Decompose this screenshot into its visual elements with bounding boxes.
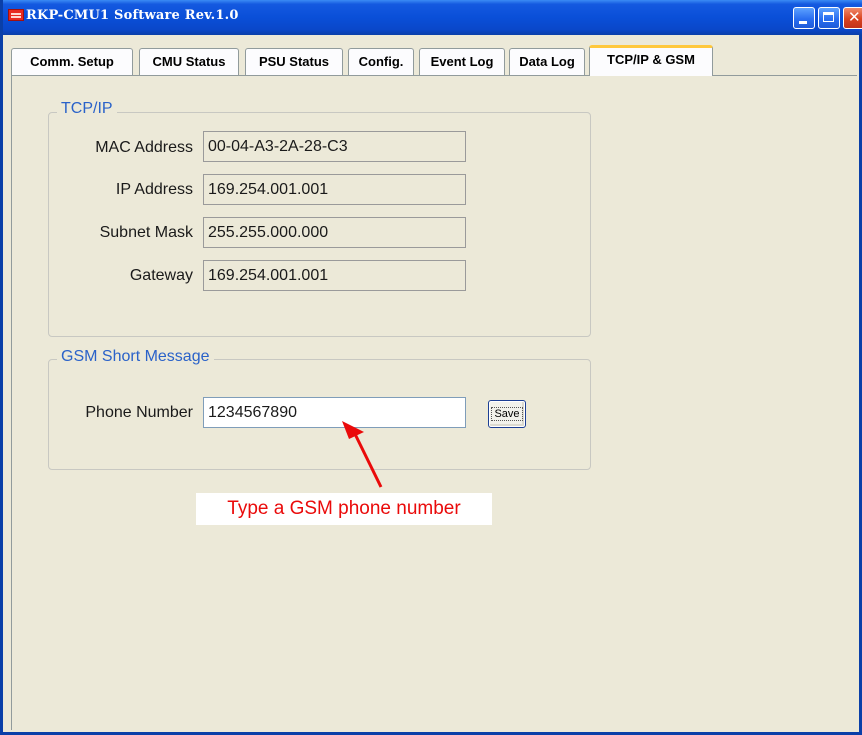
annotation-callout: Type a GSM phone number xyxy=(196,493,492,525)
tab-tcpip-gsm[interactable]: TCP/IP & GSM xyxy=(589,45,713,76)
app-window: RKP-CMU1 Software Rev.1.0 ✕ Comm. Setup … xyxy=(0,0,862,735)
annotation-arrow-icon xyxy=(342,421,383,488)
